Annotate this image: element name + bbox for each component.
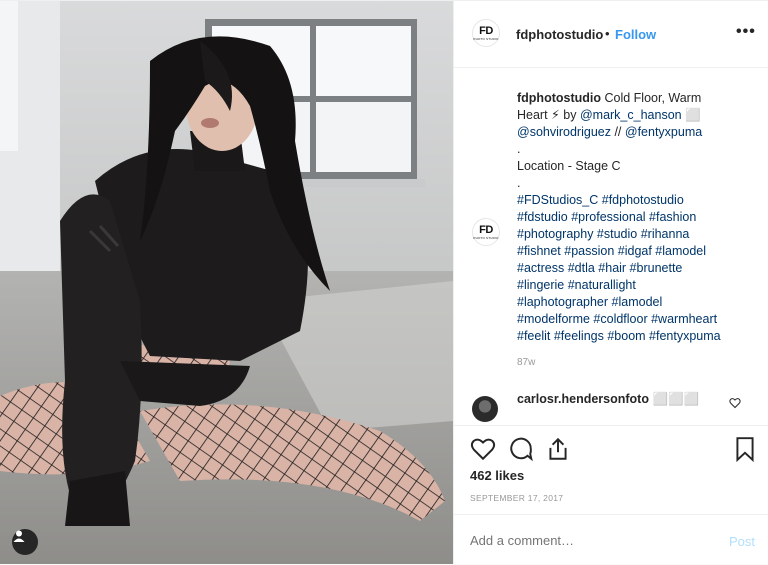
mention-link[interactable]: @mark_c_hanson (580, 108, 682, 122)
hashtag-line[interactable]: #actress #dtla #hair #brunette (517, 260, 752, 277)
hashtags: #FDStudios_C #fdphotostudio #fdstudio #p… (517, 192, 752, 345)
caption-line-3: @sohvirodriguez // @fentyxpuma (517, 124, 752, 141)
hashtag-line[interactable]: #laphotographer #lamodel (517, 294, 752, 311)
caption-line-1: fdphotostudio Cold Floor, Warm (517, 90, 752, 107)
logo-subtext: PHOTO STUDIO (473, 235, 499, 240)
caption-dot: . (517, 142, 521, 156)
bookmark-icon[interactable] (734, 436, 756, 467)
post-comment-button[interactable]: Post (729, 534, 755, 549)
hashtag-line[interactable]: #feelit #feelings #boom #fentyxpuma (517, 328, 752, 345)
photo-illustration (0, 1, 453, 564)
caption-emoji: ⬜ (681, 108, 701, 122)
mention-link[interactable]: @sohvirodriguez (517, 125, 611, 139)
hashtag-line[interactable]: #modelforme #coldfloor #warmheart (517, 311, 752, 328)
profile-avatar[interactable]: FD PHOTO STUDIO (472, 19, 500, 47)
comment-text-line: carlosr.hendersonfoto ⬜⬜⬜ (517, 392, 699, 407)
caption-text: Heart ⚡ by (517, 108, 580, 122)
caption-text: Cold Floor, Warm (604, 91, 702, 105)
follow-button[interactable]: Follow (615, 27, 656, 42)
comment-text: ⬜⬜⬜ (652, 392, 700, 406)
instagram-post: FD PHOTO STUDIO fdphotostudio • Follow •… (0, 0, 768, 564)
post-header: FD PHOTO STUDIO fdphotostudio • Follow •… (454, 1, 768, 68)
post-date: SEPTEMBER 17, 2017 (470, 493, 564, 503)
commenter-avatar[interactable] (472, 396, 498, 422)
logo-text: FD (479, 223, 493, 236)
like-comment-icon[interactable] (729, 396, 741, 414)
likes-count[interactable]: 462 likes (470, 468, 524, 483)
comment-row: carlosr.hendersonfoto ⬜⬜⬜ (454, 384, 768, 424)
hashtag-line[interactable]: #fdstudio #professional #fashion (517, 209, 752, 226)
hashtag-line[interactable]: #photography #studio #rihanna (517, 226, 752, 243)
post-photo[interactable] (0, 1, 453, 564)
like-heart-icon[interactable] (470, 436, 496, 467)
caption-avatar[interactable]: FD PHOTO STUDIO (472, 218, 500, 246)
caption-separator: // (610, 125, 625, 139)
action-bar (454, 425, 768, 472)
caption-line-2: Heart ⚡ by @mark_c_hanson ⬜ (517, 107, 752, 124)
add-comment-section: Post (454, 514, 768, 565)
hashtag-line[interactable]: #fishnet #passion #idgaf #lamodel (517, 243, 752, 260)
caption-location: Location - Stage C (517, 159, 621, 173)
more-options-icon[interactable]: ••• (736, 23, 756, 41)
hashtag-line[interactable]: #lingerie #naturallight (517, 277, 752, 294)
logo-subtext: PHOTO STUDIO (473, 36, 499, 41)
header-username[interactable]: fdphotostudio (516, 27, 603, 42)
caption-area: FD PHOTO STUDIO fdphotostudio Cold Floor… (454, 68, 768, 374)
comment-username[interactable]: carlosr.hendersonfoto (517, 392, 649, 406)
header-separator: • (605, 26, 610, 41)
hashtag-line[interactable]: #FDStudios_C #fdphotostudio (517, 192, 752, 209)
mention-link[interactable]: @fentyxpuma (625, 125, 702, 139)
logo-text: FD (479, 24, 493, 37)
add-comment-input[interactable] (470, 533, 710, 548)
post-caption: fdphotostudio Cold Floor, Warm Heart ⚡ b… (517, 90, 752, 345)
comment-bubble-icon[interactable] (508, 436, 534, 467)
user-tag-icon[interactable] (12, 529, 38, 555)
caption-age: 87w (517, 357, 536, 368)
caption-dot: . (517, 176, 521, 190)
caption-username[interactable]: fdphotostudio (517, 91, 601, 105)
share-icon[interactable] (545, 436, 571, 467)
post-side-panel: FD PHOTO STUDIO fdphotostudio • Follow •… (453, 1, 768, 564)
